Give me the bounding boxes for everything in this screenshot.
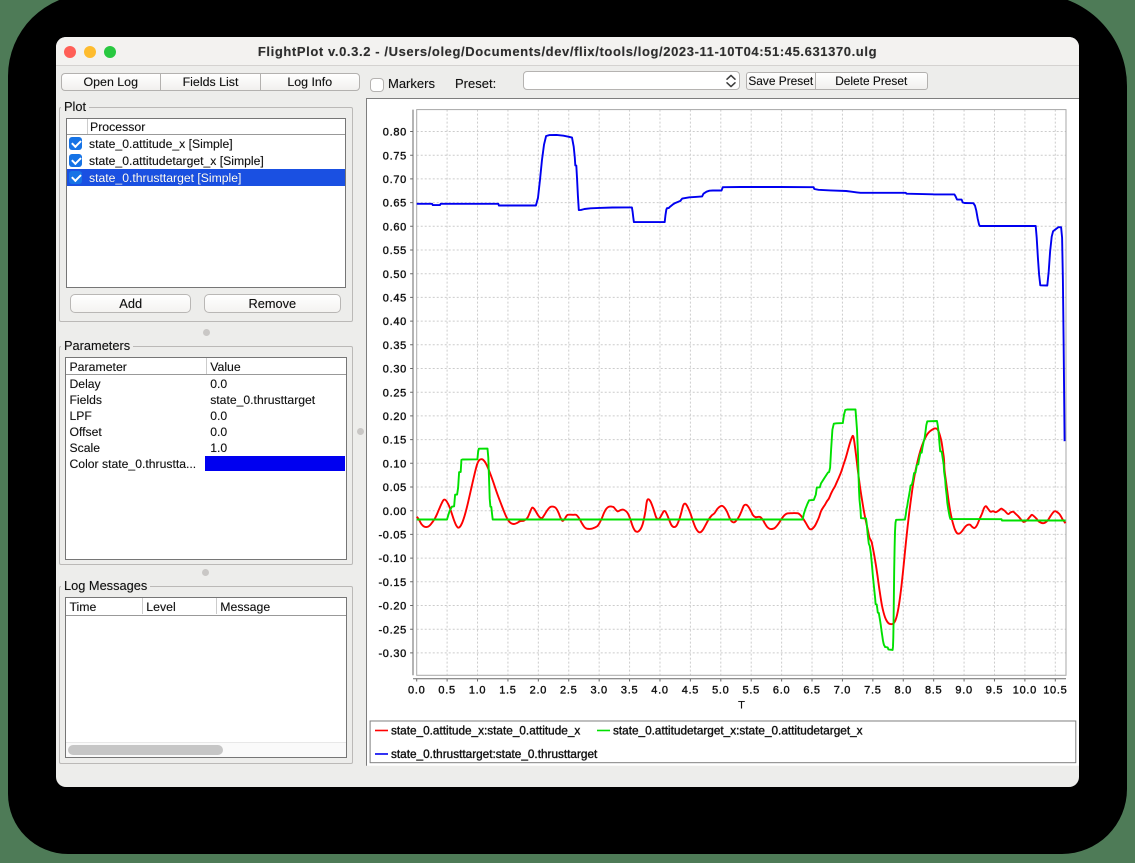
- svg-text:8.0: 8.0: [894, 685, 911, 697]
- svg-text:-0.20: -0.20: [378, 601, 407, 613]
- svg-text:0.10: 0.10: [382, 459, 406, 471]
- svg-text:1.0: 1.0: [468, 685, 485, 697]
- svg-text:0.30: 0.30: [382, 364, 406, 376]
- svg-text:10.5: 10.5: [1043, 685, 1067, 697]
- svg-text:-0.15: -0.15: [378, 577, 407, 589]
- svg-text:0.05: 0.05: [382, 482, 406, 494]
- svg-text:-0.05: -0.05: [378, 530, 407, 542]
- svg-text:0.35: 0.35: [382, 340, 406, 352]
- svg-text:0.70: 0.70: [382, 174, 406, 186]
- svg-text:0.0: 0.0: [408, 685, 425, 697]
- svg-text:0.00: 0.00: [382, 506, 406, 518]
- svg-text:0.45: 0.45: [382, 293, 406, 305]
- svg-text:0.15: 0.15: [382, 435, 406, 447]
- svg-text:0.25: 0.25: [382, 388, 406, 400]
- svg-text:4.5: 4.5: [681, 685, 698, 697]
- svg-text:5.5: 5.5: [742, 685, 759, 697]
- svg-text:0.60: 0.60: [382, 222, 406, 234]
- svg-text:7.0: 7.0: [833, 685, 850, 697]
- svg-text:state_0.thrusttarget:state_0.t: state_0.thrusttarget:state_0.thrusttarge…: [391, 748, 598, 761]
- svg-text:2.0: 2.0: [529, 685, 546, 697]
- svg-text:8.5: 8.5: [924, 685, 941, 697]
- svg-text:0.55: 0.55: [382, 245, 406, 257]
- svg-text:10.0: 10.0: [1012, 685, 1036, 697]
- svg-text:3.0: 3.0: [590, 685, 607, 697]
- svg-text:0.50: 0.50: [382, 269, 406, 281]
- svg-text:state_0.attitude_x:state_0.att: state_0.attitude_x:state_0.attitude_x: [391, 725, 580, 738]
- svg-text:1.5: 1.5: [499, 685, 516, 697]
- svg-text:6.5: 6.5: [803, 685, 820, 697]
- svg-text:2.5: 2.5: [560, 685, 577, 697]
- svg-text:T: T: [737, 700, 744, 712]
- svg-text:9.0: 9.0: [955, 685, 972, 697]
- svg-text:state_0.attitudetarget_x:state: state_0.attitudetarget_x:state_0.attitud…: [613, 725, 863, 738]
- svg-text:5.0: 5.0: [712, 685, 729, 697]
- svg-text:9.5: 9.5: [985, 685, 1002, 697]
- svg-text:7.5: 7.5: [864, 685, 881, 697]
- svg-text:0.5: 0.5: [438, 685, 455, 697]
- svg-text:0.65: 0.65: [382, 198, 406, 210]
- svg-text:0.75: 0.75: [382, 151, 406, 163]
- svg-text:-0.10: -0.10: [378, 553, 407, 565]
- svg-text:-0.25: -0.25: [378, 625, 407, 637]
- svg-text:0.80: 0.80: [382, 127, 406, 139]
- svg-text:-0.30: -0.30: [378, 648, 407, 660]
- svg-text:4.0: 4.0: [651, 685, 668, 697]
- svg-text:0.40: 0.40: [382, 316, 406, 328]
- svg-text:0.20: 0.20: [382, 411, 406, 423]
- svg-text:3.5: 3.5: [620, 685, 637, 697]
- svg-text:6.0: 6.0: [772, 685, 789, 697]
